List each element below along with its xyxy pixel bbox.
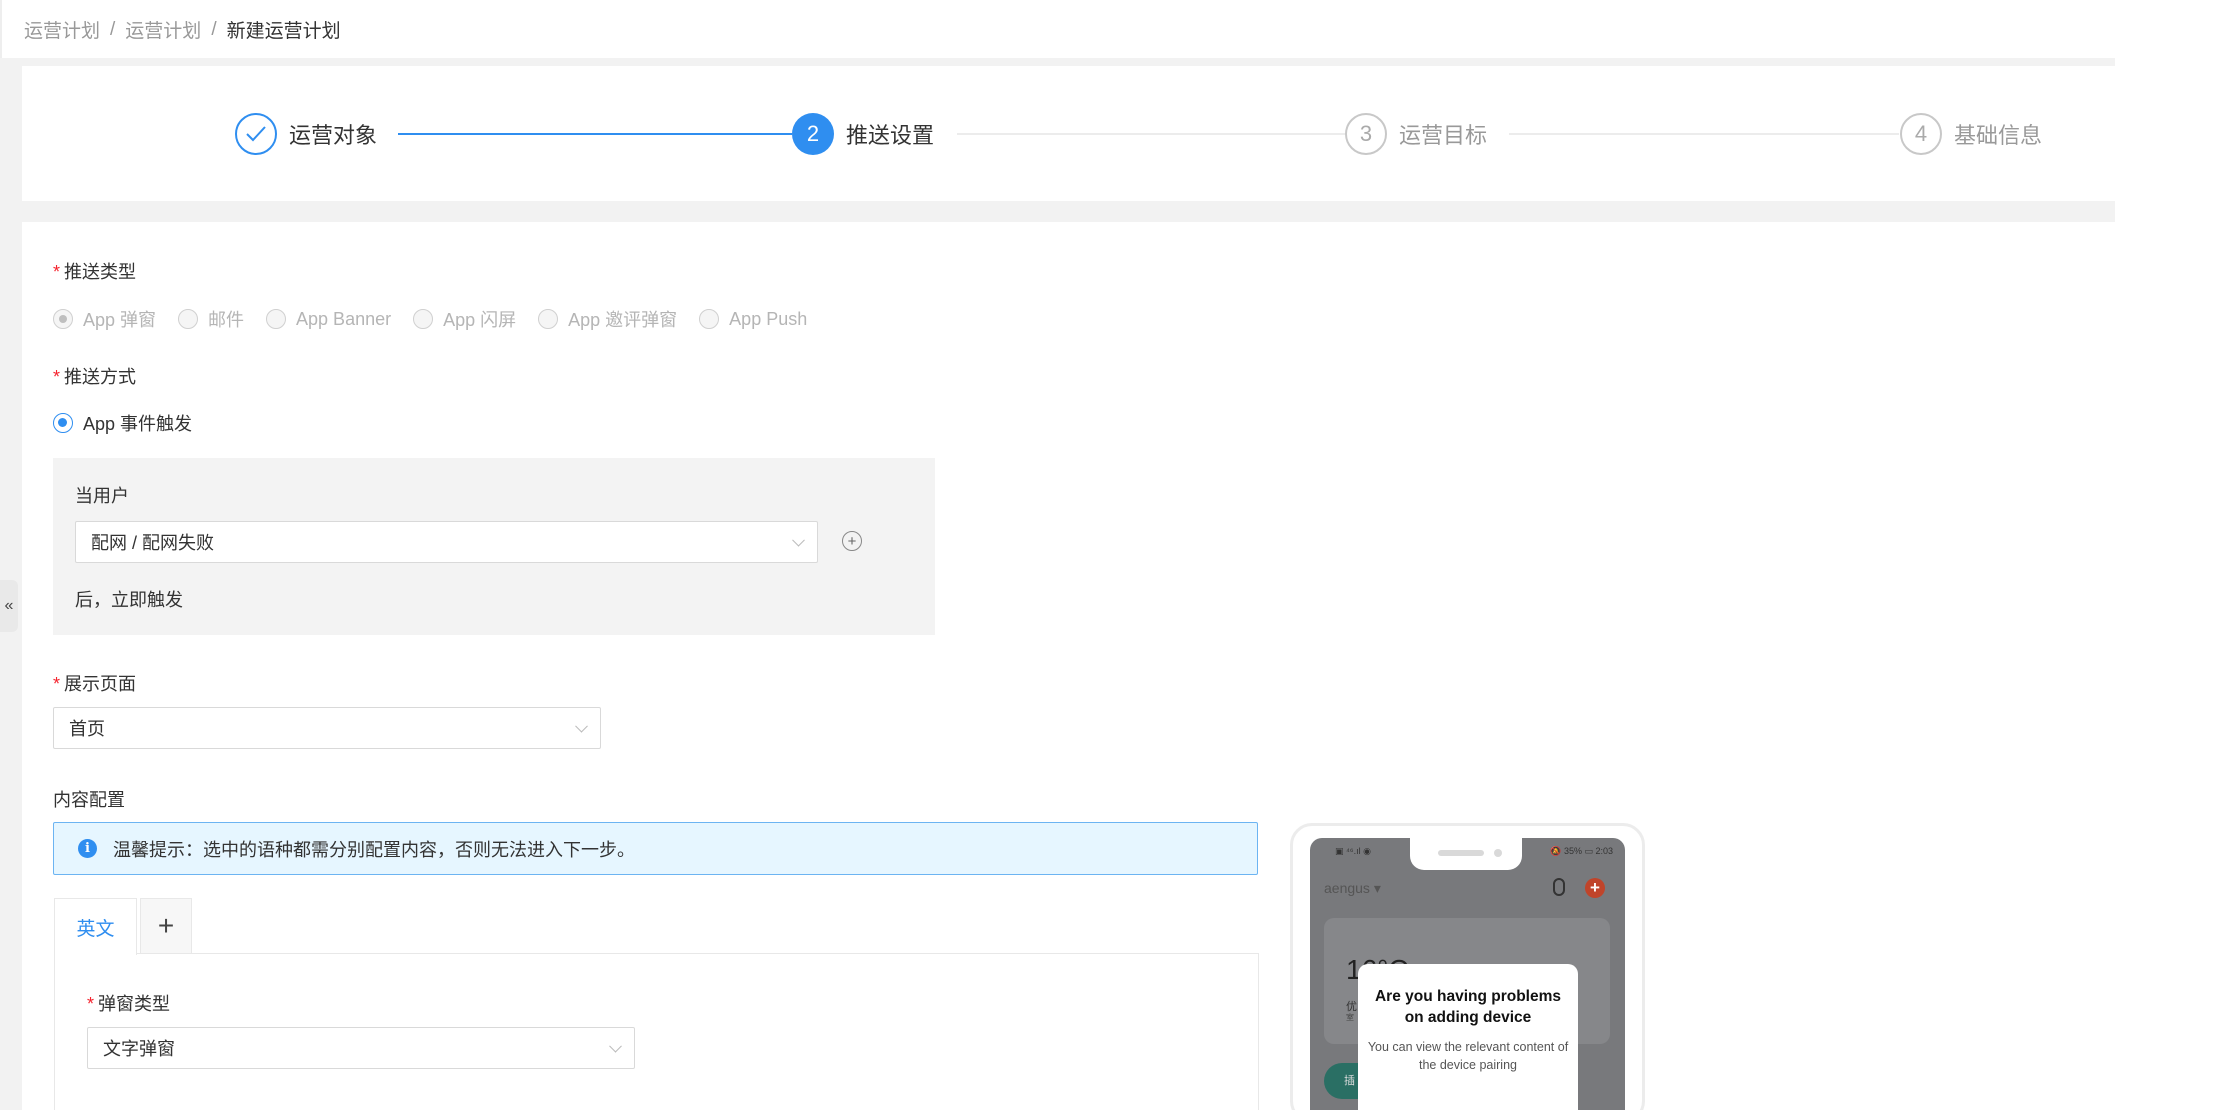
add-language-tab-button[interactable]: + bbox=[140, 898, 192, 954]
step-label: 运营目标 bbox=[1399, 123, 1488, 148]
alert-text: 温馨提示：选中的语种都需分别配置内容，否则无法进入下一步。 bbox=[113, 839, 635, 860]
breadcrumb-current: 新建运营计划 bbox=[226, 21, 341, 42]
step-label: 运营对象 bbox=[289, 123, 378, 148]
camera-icon bbox=[1494, 849, 1502, 857]
step-label: 推送设置 bbox=[846, 123, 935, 148]
display-page-select[interactable]: 首页 bbox=[53, 707, 601, 749]
check-icon bbox=[235, 113, 277, 155]
push-type-option-app-push[interactable]: App Push bbox=[699, 309, 807, 330]
popup-type-select[interactable]: 文字弹窗 bbox=[87, 1027, 635, 1069]
radio-dot bbox=[413, 309, 434, 329]
popup-type-label: * 弹窗类型 bbox=[87, 994, 171, 1014]
step-4: 4 基础信息 bbox=[1900, 113, 2042, 155]
radio-dot bbox=[178, 309, 199, 329]
status-bar-right: 🔕 35% ▭ 2:03 bbox=[1550, 846, 1613, 856]
display-page-label: * 展示页面 bbox=[53, 674, 137, 694]
push-type-option-app-splash[interactable]: App 闪屏 bbox=[413, 306, 516, 332]
radio-dot bbox=[53, 413, 73, 433]
add-device-icon: + bbox=[1585, 878, 1605, 898]
tab-panel: * 弹窗类型 文字弹窗 bbox=[54, 953, 1259, 1110]
weather-detail: 室 bbox=[1346, 1013, 1354, 1022]
phone-preview-screen: ▣ ⁴⁶.ıl ◉ 🔕 35% ▭ 2:03 aengus ▾ + 16°C 优… bbox=[1310, 838, 1625, 1110]
page-header: 运营计划 / 运营计划 / 新建运营计划 bbox=[0, 0, 2115, 58]
step-number: 4 bbox=[1900, 113, 1942, 155]
display-page-value: 首页 bbox=[69, 719, 105, 739]
breadcrumb-item[interactable]: 运营计划 bbox=[125, 16, 201, 43]
microphone-icon bbox=[1553, 878, 1565, 896]
push-type-option-email[interactable]: 邮件 bbox=[178, 306, 244, 332]
trigger-suffix: 后，立即触发 bbox=[75, 590, 183, 610]
step-connector bbox=[1509, 133, 1899, 135]
home-name: aengus ▾ bbox=[1324, 880, 1381, 896]
sidebar-collapse-toggle[interactable]: « bbox=[0, 580, 18, 632]
speaker-icon bbox=[1438, 850, 1484, 856]
info-icon: i bbox=[78, 839, 97, 858]
trigger-event-select[interactable]: 配网 / 配网失败 bbox=[75, 521, 818, 563]
push-type-option-app-banner[interactable]: App Banner bbox=[266, 309, 391, 330]
tab-english[interactable]: 英文 bbox=[54, 898, 137, 955]
add-event-icon[interactable]: + bbox=[842, 531, 862, 551]
phone-notch bbox=[1410, 838, 1522, 870]
step-number: 3 bbox=[1345, 113, 1387, 155]
dialog-title: Are you having problems on adding device bbox=[1374, 988, 1562, 1026]
popup-type-value: 文字弹窗 bbox=[103, 1039, 175, 1059]
status-bar-left: ▣ ⁴⁶.ıl ◉ bbox=[1335, 846, 1371, 856]
chevron-down-icon bbox=[575, 719, 588, 733]
radio-dot bbox=[699, 309, 720, 329]
push-type-option-app-review-popup[interactable]: App 邀评弹窗 bbox=[538, 306, 677, 332]
breadcrumb-item[interactable]: 运营计划 bbox=[24, 16, 100, 43]
chevron-down-icon bbox=[609, 1039, 622, 1053]
step-label: 基础信息 bbox=[1954, 123, 2043, 148]
push-method-label: * 推送方式 bbox=[53, 367, 137, 387]
trigger-config-box: 当用户 配网 / 配网失败 + 后，立即触发 bbox=[53, 458, 935, 635]
breadcrumb: 运营计划 / 运营计划 / 新建运营计划 bbox=[24, 16, 341, 43]
push-type-label: * 推送类型 bbox=[53, 262, 137, 282]
step-number: 2 bbox=[792, 113, 834, 155]
push-method-option-app-event[interactable]: App 事件触发 bbox=[53, 410, 192, 436]
step-1: 运营对象 bbox=[235, 113, 377, 155]
step-connector bbox=[957, 133, 1347, 135]
push-type-option-app-popup[interactable]: App 弹窗 bbox=[53, 306, 156, 332]
step-connector bbox=[398, 133, 792, 135]
chevron-down-icon bbox=[792, 533, 805, 547]
preview-popup-dialog: Are you having problems on adding device… bbox=[1358, 964, 1578, 1110]
step-3: 3 运营目标 bbox=[1345, 113, 1487, 155]
steps-bar: 运营对象 2 推送设置 3 运营目标 4 基础信息 bbox=[22, 66, 2115, 201]
breadcrumb-separator: / bbox=[211, 18, 217, 40]
breadcrumb-separator: / bbox=[110, 18, 116, 40]
content-config-label: 内容配置 bbox=[53, 790, 125, 810]
radio-dot bbox=[53, 309, 73, 329]
trigger-prefix: 当用户 bbox=[75, 486, 129, 506]
dialog-body: You can view the relevant content of the… bbox=[1367, 1040, 1569, 1072]
push-type-radio-group: App 弹窗 邮件 App Banner App 闪屏 App 邀评弹窗 App… bbox=[53, 306, 829, 332]
radio-dot bbox=[266, 309, 287, 329]
push-method-radio-group: App 事件触发 bbox=[53, 410, 214, 436]
step-2: 2 推送设置 bbox=[792, 113, 934, 155]
info-alert: i 温馨提示：选中的语种都需分别配置内容，否则无法进入下一步。 bbox=[53, 822, 1258, 875]
trigger-event-value: 配网 / 配网失败 bbox=[91, 533, 215, 553]
radio-dot bbox=[538, 309, 559, 329]
